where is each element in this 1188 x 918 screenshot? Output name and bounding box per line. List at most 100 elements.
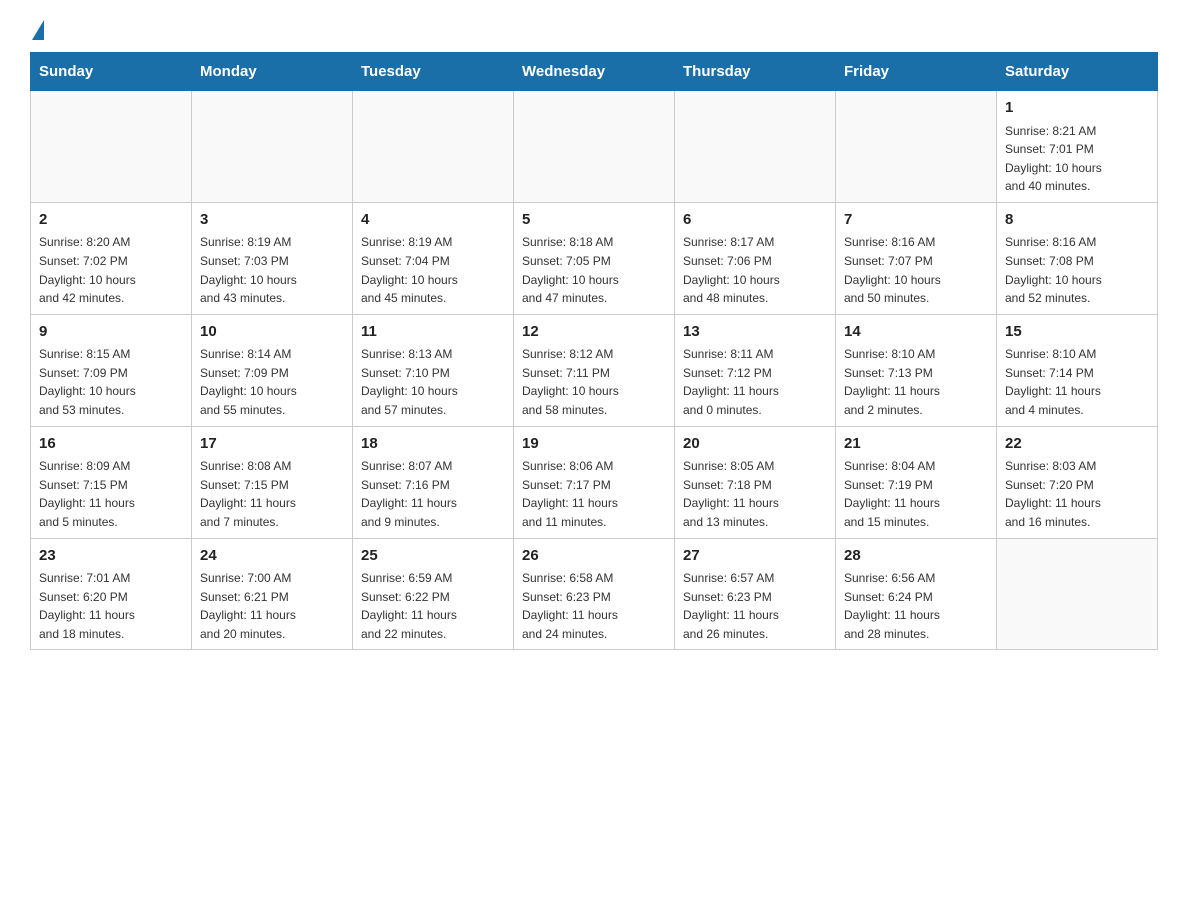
day-number: 21 bbox=[844, 433, 988, 456]
week-row-2: 2Sunrise: 8:20 AM Sunset: 7:02 PM Daylig… bbox=[31, 202, 1158, 314]
day-number: 23 bbox=[39, 545, 183, 568]
day-info: Sunrise: 8:03 AM Sunset: 7:20 PM Dayligh… bbox=[1005, 457, 1149, 531]
calendar-cell: 7Sunrise: 8:16 AM Sunset: 7:07 PM Daylig… bbox=[836, 202, 997, 314]
week-row-1: 1Sunrise: 8:21 AM Sunset: 7:01 PM Daylig… bbox=[31, 91, 1158, 203]
weekday-header-row: SundayMondayTuesdayWednesdayThursdayFrid… bbox=[31, 53, 1158, 91]
day-info: Sunrise: 8:15 AM Sunset: 7:09 PM Dayligh… bbox=[39, 345, 183, 419]
calendar-cell: 26Sunrise: 6:58 AM Sunset: 6:23 PM Dayli… bbox=[514, 538, 675, 650]
day-info: Sunrise: 8:18 AM Sunset: 7:05 PM Dayligh… bbox=[522, 233, 666, 307]
calendar-cell: 4Sunrise: 8:19 AM Sunset: 7:04 PM Daylig… bbox=[353, 202, 514, 314]
calendar-cell: 1Sunrise: 8:21 AM Sunset: 7:01 PM Daylig… bbox=[997, 91, 1158, 203]
weekday-header-monday: Monday bbox=[192, 53, 353, 91]
calendar-cell: 10Sunrise: 8:14 AM Sunset: 7:09 PM Dayli… bbox=[192, 314, 353, 426]
day-info: Sunrise: 8:16 AM Sunset: 7:08 PM Dayligh… bbox=[1005, 233, 1149, 307]
day-number: 12 bbox=[522, 321, 666, 344]
calendar-cell: 13Sunrise: 8:11 AM Sunset: 7:12 PM Dayli… bbox=[675, 314, 836, 426]
calendar-cell bbox=[192, 91, 353, 203]
day-info: Sunrise: 6:59 AM Sunset: 6:22 PM Dayligh… bbox=[361, 569, 505, 643]
day-number: 19 bbox=[522, 433, 666, 456]
calendar-cell: 14Sunrise: 8:10 AM Sunset: 7:13 PM Dayli… bbox=[836, 314, 997, 426]
calendar-cell: 6Sunrise: 8:17 AM Sunset: 7:06 PM Daylig… bbox=[675, 202, 836, 314]
calendar-table: SundayMondayTuesdayWednesdayThursdayFrid… bbox=[30, 52, 1158, 650]
day-number: 18 bbox=[361, 433, 505, 456]
day-info: Sunrise: 8:11 AM Sunset: 7:12 PM Dayligh… bbox=[683, 345, 827, 419]
calendar-cell: 17Sunrise: 8:08 AM Sunset: 7:15 PM Dayli… bbox=[192, 426, 353, 538]
logo bbox=[30, 20, 44, 36]
day-info: Sunrise: 8:20 AM Sunset: 7:02 PM Dayligh… bbox=[39, 233, 183, 307]
day-number: 15 bbox=[1005, 321, 1149, 344]
calendar-cell bbox=[675, 91, 836, 203]
day-info: Sunrise: 8:21 AM Sunset: 7:01 PM Dayligh… bbox=[1005, 122, 1149, 196]
day-number: 22 bbox=[1005, 433, 1149, 456]
day-info: Sunrise: 7:00 AM Sunset: 6:21 PM Dayligh… bbox=[200, 569, 344, 643]
day-number: 7 bbox=[844, 209, 988, 232]
calendar-cell: 18Sunrise: 8:07 AM Sunset: 7:16 PM Dayli… bbox=[353, 426, 514, 538]
calendar-cell: 27Sunrise: 6:57 AM Sunset: 6:23 PM Dayli… bbox=[675, 538, 836, 650]
calendar-cell: 2Sunrise: 8:20 AM Sunset: 7:02 PM Daylig… bbox=[31, 202, 192, 314]
week-row-4: 16Sunrise: 8:09 AM Sunset: 7:15 PM Dayli… bbox=[31, 426, 1158, 538]
calendar-cell: 21Sunrise: 8:04 AM Sunset: 7:19 PM Dayli… bbox=[836, 426, 997, 538]
day-number: 1 bbox=[1005, 97, 1149, 120]
calendar-cell: 16Sunrise: 8:09 AM Sunset: 7:15 PM Dayli… bbox=[31, 426, 192, 538]
weekday-header-wednesday: Wednesday bbox=[514, 53, 675, 91]
calendar-header: SundayMondayTuesdayWednesdayThursdayFrid… bbox=[31, 53, 1158, 91]
calendar-cell bbox=[353, 91, 514, 203]
day-info: Sunrise: 8:06 AM Sunset: 7:17 PM Dayligh… bbox=[522, 457, 666, 531]
calendar-cell: 24Sunrise: 7:00 AM Sunset: 6:21 PM Dayli… bbox=[192, 538, 353, 650]
day-number: 10 bbox=[200, 321, 344, 344]
calendar-cell: 5Sunrise: 8:18 AM Sunset: 7:05 PM Daylig… bbox=[514, 202, 675, 314]
day-info: Sunrise: 8:08 AM Sunset: 7:15 PM Dayligh… bbox=[200, 457, 344, 531]
weekday-header-tuesday: Tuesday bbox=[353, 53, 514, 91]
day-number: 9 bbox=[39, 321, 183, 344]
calendar-cell bbox=[997, 538, 1158, 650]
day-info: Sunrise: 7:01 AM Sunset: 6:20 PM Dayligh… bbox=[39, 569, 183, 643]
day-number: 20 bbox=[683, 433, 827, 456]
calendar-cell bbox=[514, 91, 675, 203]
day-info: Sunrise: 8:13 AM Sunset: 7:10 PM Dayligh… bbox=[361, 345, 505, 419]
day-number: 25 bbox=[361, 545, 505, 568]
day-number: 14 bbox=[844, 321, 988, 344]
logo-triangle-icon bbox=[32, 20, 44, 40]
calendar-cell bbox=[31, 91, 192, 203]
day-info: Sunrise: 8:12 AM Sunset: 7:11 PM Dayligh… bbox=[522, 345, 666, 419]
day-info: Sunrise: 8:10 AM Sunset: 7:14 PM Dayligh… bbox=[1005, 345, 1149, 419]
day-number: 8 bbox=[1005, 209, 1149, 232]
day-number: 17 bbox=[200, 433, 344, 456]
day-info: Sunrise: 6:58 AM Sunset: 6:23 PM Dayligh… bbox=[522, 569, 666, 643]
calendar-cell bbox=[836, 91, 997, 203]
header bbox=[30, 20, 1158, 36]
calendar-cell: 9Sunrise: 8:15 AM Sunset: 7:09 PM Daylig… bbox=[31, 314, 192, 426]
day-number: 6 bbox=[683, 209, 827, 232]
day-number: 24 bbox=[200, 545, 344, 568]
day-number: 5 bbox=[522, 209, 666, 232]
weekday-header-friday: Friday bbox=[836, 53, 997, 91]
day-number: 11 bbox=[361, 321, 505, 344]
weekday-header-thursday: Thursday bbox=[675, 53, 836, 91]
day-info: Sunrise: 8:17 AM Sunset: 7:06 PM Dayligh… bbox=[683, 233, 827, 307]
day-info: Sunrise: 8:04 AM Sunset: 7:19 PM Dayligh… bbox=[844, 457, 988, 531]
calendar-cell: 11Sunrise: 8:13 AM Sunset: 7:10 PM Dayli… bbox=[353, 314, 514, 426]
day-info: Sunrise: 8:05 AM Sunset: 7:18 PM Dayligh… bbox=[683, 457, 827, 531]
weekday-header-saturday: Saturday bbox=[997, 53, 1158, 91]
day-number: 27 bbox=[683, 545, 827, 568]
week-row-3: 9Sunrise: 8:15 AM Sunset: 7:09 PM Daylig… bbox=[31, 314, 1158, 426]
day-info: Sunrise: 8:19 AM Sunset: 7:03 PM Dayligh… bbox=[200, 233, 344, 307]
calendar-cell: 19Sunrise: 8:06 AM Sunset: 7:17 PM Dayli… bbox=[514, 426, 675, 538]
day-number: 13 bbox=[683, 321, 827, 344]
week-row-5: 23Sunrise: 7:01 AM Sunset: 6:20 PM Dayli… bbox=[31, 538, 1158, 650]
calendar-cell: 8Sunrise: 8:16 AM Sunset: 7:08 PM Daylig… bbox=[997, 202, 1158, 314]
calendar-body: 1Sunrise: 8:21 AM Sunset: 7:01 PM Daylig… bbox=[31, 91, 1158, 650]
calendar-cell: 25Sunrise: 6:59 AM Sunset: 6:22 PM Dayli… bbox=[353, 538, 514, 650]
calendar-cell: 3Sunrise: 8:19 AM Sunset: 7:03 PM Daylig… bbox=[192, 202, 353, 314]
day-info: Sunrise: 8:16 AM Sunset: 7:07 PM Dayligh… bbox=[844, 233, 988, 307]
day-info: Sunrise: 6:56 AM Sunset: 6:24 PM Dayligh… bbox=[844, 569, 988, 643]
weekday-header-sunday: Sunday bbox=[31, 53, 192, 91]
day-info: Sunrise: 8:09 AM Sunset: 7:15 PM Dayligh… bbox=[39, 457, 183, 531]
day-number: 28 bbox=[844, 545, 988, 568]
day-info: Sunrise: 8:19 AM Sunset: 7:04 PM Dayligh… bbox=[361, 233, 505, 307]
calendar-cell: 12Sunrise: 8:12 AM Sunset: 7:11 PM Dayli… bbox=[514, 314, 675, 426]
day-info: Sunrise: 8:07 AM Sunset: 7:16 PM Dayligh… bbox=[361, 457, 505, 531]
day-info: Sunrise: 8:14 AM Sunset: 7:09 PM Dayligh… bbox=[200, 345, 344, 419]
day-number: 26 bbox=[522, 545, 666, 568]
calendar-cell: 22Sunrise: 8:03 AM Sunset: 7:20 PM Dayli… bbox=[997, 426, 1158, 538]
